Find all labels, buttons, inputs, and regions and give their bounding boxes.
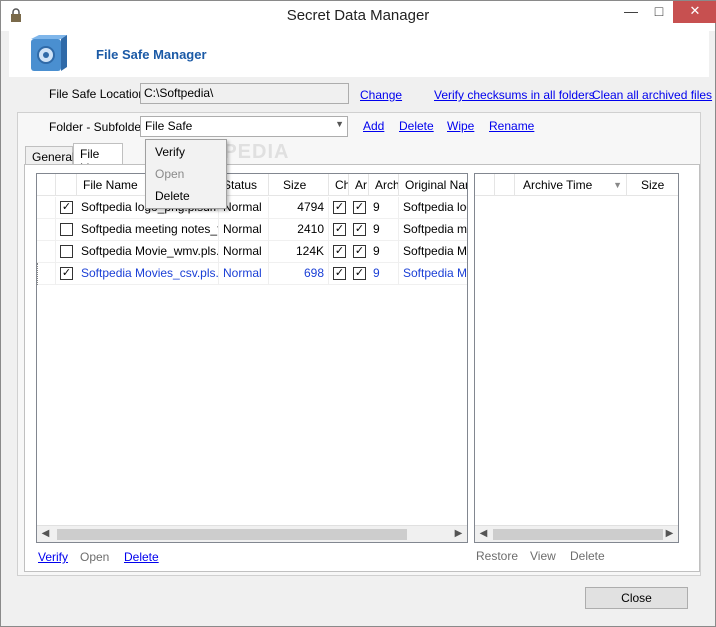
row-checkbox[interactable]: ✓ bbox=[60, 267, 73, 280]
safe-icon bbox=[31, 35, 67, 71]
menu-item-verify[interactable]: Verify bbox=[155, 145, 185, 159]
size-cell: 124K bbox=[269, 241, 329, 263]
column-header-size[interactable]: Size bbox=[269, 174, 329, 196]
scrollbar-thumb[interactable] bbox=[57, 529, 407, 540]
checksum-checkbox[interactable]: ✓ bbox=[333, 245, 346, 258]
original-name-cell: Softpedia Mov bbox=[399, 263, 467, 285]
archive-checkbox[interactable]: ✓ bbox=[353, 201, 366, 214]
file-name-cell: Softpedia meeting notes_t... bbox=[77, 219, 219, 241]
table-row[interactable]: ✓ Softpedia logo_png.plsdm Normal 4794 ✓… bbox=[37, 197, 467, 219]
open-link[interactable]: Open bbox=[80, 550, 109, 564]
checksum-checkbox[interactable]: ✓ bbox=[333, 223, 346, 236]
column-header-original-name[interactable]: Original Name bbox=[399, 174, 467, 196]
row-checkbox[interactable] bbox=[60, 223, 73, 236]
scroll-left-icon[interactable]: ◀ bbox=[475, 526, 492, 542]
size-cell: 2410 bbox=[269, 219, 329, 241]
checksum-checkbox[interactable]: ✓ bbox=[333, 267, 346, 280]
checksum-checkbox[interactable]: ✓ bbox=[333, 201, 346, 214]
sort-descending-icon: ▼ bbox=[613, 180, 622, 190]
rename-folder-link[interactable]: Rename bbox=[489, 119, 534, 133]
window-title: Secret Data Manager bbox=[286, 7, 430, 24]
location-field: C:\Softpedia\ bbox=[140, 83, 349, 104]
original-name-cell: Softpedia Mov bbox=[399, 241, 467, 263]
arch-cell: 9 bbox=[369, 241, 399, 263]
table-row-selected[interactable]: ✓ Softpedia Movies_csv.pls... Normal 698… bbox=[37, 263, 467, 285]
original-name-cell: Softpedia logo bbox=[399, 197, 467, 219]
title-bar: Secret Data Manager — □ ✕ bbox=[1, 1, 716, 31]
horizontal-scrollbar[interactable]: ◀ ▶ bbox=[475, 525, 678, 542]
folder-label: Folder - Subfolder bbox=[49, 120, 146, 134]
folder-select[interactable]: File Safe ▼ bbox=[140, 116, 348, 137]
menu-item-delete[interactable]: Delete bbox=[155, 189, 190, 203]
column-header-check[interactable] bbox=[56, 174, 77, 196]
column-header-archive-time[interactable]: Archive Time ▼ bbox=[515, 174, 627, 196]
minimize-button[interactable]: — bbox=[617, 1, 645, 23]
view-link[interactable]: View bbox=[530, 549, 556, 563]
delete-link[interactable]: Delete bbox=[124, 550, 159, 564]
restore-link[interactable]: Restore bbox=[476, 549, 518, 563]
column-header-select[interactable] bbox=[475, 174, 495, 196]
column-header-arch[interactable]: Arch bbox=[369, 174, 399, 196]
change-location-link[interactable]: Change bbox=[360, 88, 402, 102]
file-list-header: File Name Status Size Ch Ar Arch Origina… bbox=[37, 174, 467, 196]
context-menu: Verify Open Delete bbox=[145, 139, 227, 209]
original-name-cell: Softpedia meet bbox=[399, 219, 467, 241]
status-cell: Normal bbox=[219, 219, 269, 241]
scroll-right-icon[interactable]: ▶ bbox=[450, 526, 467, 542]
menu-item-open[interactable]: Open bbox=[155, 167, 184, 181]
wipe-folder-link[interactable]: Wipe bbox=[447, 119, 474, 133]
row-checkbox[interactable]: ✓ bbox=[60, 201, 73, 214]
clean-all-link[interactable]: Clean all archived files bbox=[592, 88, 712, 102]
column-header-ar[interactable]: Ar bbox=[349, 174, 369, 196]
status-cell: Normal bbox=[219, 241, 269, 263]
arch-cell: 9 bbox=[369, 263, 399, 285]
scroll-left-icon[interactable]: ◀ bbox=[37, 526, 54, 542]
file-list[interactable]: File Name Status Size Ch Ar Arch Origina… bbox=[36, 173, 468, 543]
archive-list[interactable]: Archive Time ▼ Size ◀ ▶ bbox=[474, 173, 679, 543]
status-cell: Normal bbox=[219, 263, 269, 285]
arch-cell: 9 bbox=[369, 219, 399, 241]
column-header-select[interactable] bbox=[37, 174, 56, 196]
verify-link[interactable]: Verify bbox=[38, 550, 68, 564]
archive-checkbox[interactable]: ✓ bbox=[353, 267, 366, 280]
location-label: File Safe Location bbox=[49, 87, 146, 101]
column-header-ch[interactable]: Ch bbox=[329, 174, 349, 196]
row-checkbox[interactable] bbox=[60, 245, 73, 258]
scroll-right-icon[interactable]: ▶ bbox=[661, 526, 678, 542]
folder-select-value: File Safe bbox=[145, 119, 193, 133]
tab-file-list[interactable]: File List bbox=[73, 143, 123, 175]
close-button[interactable]: Close bbox=[585, 587, 688, 609]
arch-cell: 9 bbox=[369, 197, 399, 219]
column-header-check[interactable] bbox=[495, 174, 515, 196]
delete-archive-link[interactable]: Delete bbox=[570, 549, 605, 563]
app-heading: File Safe Manager bbox=[96, 47, 207, 62]
verify-all-link[interactable]: Verify checksums in all folders bbox=[434, 88, 595, 102]
table-row[interactable]: Softpedia meeting notes_t... Normal 2410… bbox=[37, 219, 467, 241]
app-window: Secret Data Manager — □ ✕ File Safe Mana… bbox=[0, 0, 716, 627]
scrollbar-thumb[interactable] bbox=[493, 529, 663, 540]
delete-folder-link[interactable]: Delete bbox=[399, 119, 434, 133]
horizontal-scrollbar[interactable]: ◀ ▶ bbox=[37, 525, 467, 542]
archive-checkbox[interactable]: ✓ bbox=[353, 245, 366, 258]
tab-general[interactable]: General bbox=[25, 146, 75, 166]
archive-list-header: Archive Time ▼ Size bbox=[475, 174, 678, 196]
chevron-down-icon: ▼ bbox=[335, 119, 344, 129]
header-banner: File Safe Manager bbox=[9, 31, 709, 77]
column-header-size[interactable]: Size bbox=[627, 174, 678, 196]
file-name-cell: Softpedia Movie_wmv.pls... bbox=[77, 241, 219, 263]
close-window-button[interactable]: ✕ bbox=[673, 1, 716, 23]
archive-checkbox[interactable]: ✓ bbox=[353, 223, 366, 236]
size-cell: 4794 bbox=[269, 197, 329, 219]
table-row[interactable]: Softpedia Movie_wmv.pls... Normal 124K ✓… bbox=[37, 241, 467, 263]
size-cell: 698 bbox=[269, 263, 329, 285]
maximize-button[interactable]: □ bbox=[645, 1, 673, 23]
add-folder-link[interactable]: Add bbox=[363, 119, 384, 133]
file-name-cell: Softpedia Movies_csv.pls... bbox=[77, 263, 219, 285]
